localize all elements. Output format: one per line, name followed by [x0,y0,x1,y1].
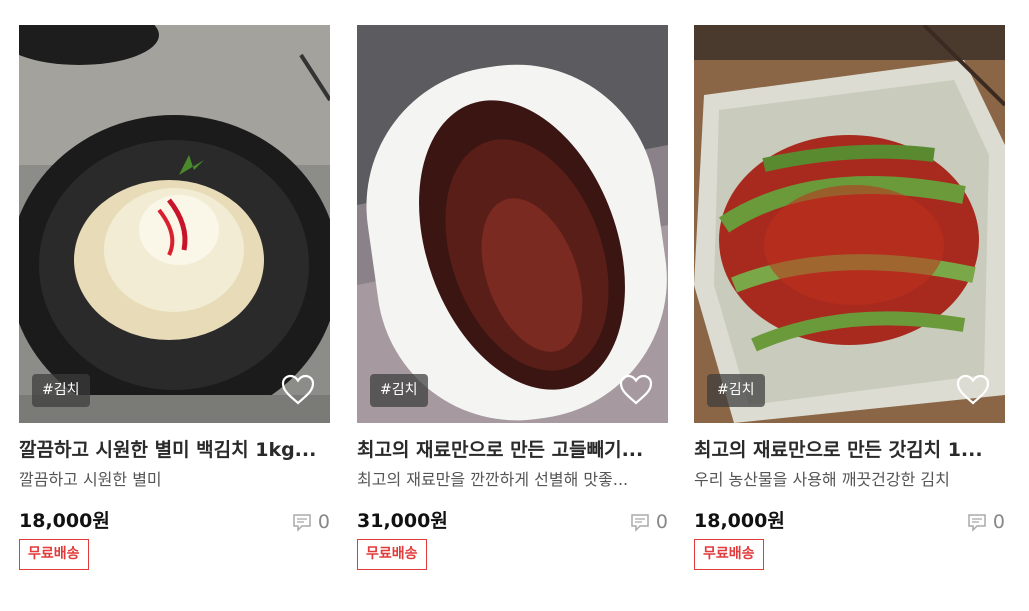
speech-bubble-icon [631,514,649,532]
product-image[interactable]: #김치 [694,25,1005,423]
comment-count-value: 0 [992,511,1005,533]
free-shipping-badge: 무료배송 [19,539,89,570]
price-row: 18,000원 0 [19,508,330,534]
category-tag[interactable]: #김치 [370,374,428,407]
product-title[interactable]: 깔끔하고 시원한 별미 백김치 1kg... [19,437,330,463]
product-grid: #김치 깔끔하고 시원한 별미 백김치 1kg... 깔끔하고 시원한 별미 1… [0,0,1029,611]
comment-count[interactable]: 0 [292,510,330,534]
comment-count-value: 0 [317,511,330,533]
godeulppaegi-kimchi-photo [357,25,668,423]
mustard-leaf-kimchi-photo [694,25,1005,423]
category-tag[interactable]: #김치 [32,374,90,407]
category-tag[interactable]: #김치 [707,374,765,407]
comment-count[interactable]: 0 [630,510,668,534]
product-price: 18,000원 [694,510,785,532]
product-subtitle: 최고의 재료만을 깐깐하게 선별해 맛좋... [357,470,629,489]
heart-icon[interactable] [280,372,316,408]
product-price: 18,000원 [19,510,110,532]
product-image[interactable]: #김치 [19,25,330,423]
free-shipping-badge: 무료배송 [694,539,764,570]
product-title[interactable]: 최고의 재료만으로 만든 고들빼기... [357,437,668,463]
product-price: 31,000원 [357,510,448,532]
price-row: 31,000원 0 [357,508,668,534]
product-subtitle: 우리 농산물을 사용해 깨끗건강한 김치 [694,470,950,489]
speech-bubble-icon [968,514,986,532]
white-kimchi-photo [19,25,330,423]
product-card[interactable]: #김치 깔끔하고 시원한 별미 백김치 1kg... 깔끔하고 시원한 별미 1… [19,25,330,585]
product-subtitle: 깔끔하고 시원한 별미 [19,470,162,489]
product-card[interactable]: #김치 최고의 재료만으로 만든 고들빼기... 최고의 재료만을 깐깐하게 선… [357,25,668,585]
free-shipping-badge: 무료배송 [357,539,427,570]
speech-bubble-icon [293,514,311,532]
product-title[interactable]: 최고의 재료만으로 만든 갓김치 1... [694,437,1005,463]
comment-count[interactable]: 0 [967,510,1005,534]
product-image[interactable]: #김치 [357,25,668,423]
price-row: 18,000원 0 [694,508,1005,534]
product-card[interactable]: #김치 최고의 재료만으로 만든 갓김치 1... 우리 농산물을 사용해 깨끗… [694,25,1005,585]
heart-icon[interactable] [955,372,991,408]
heart-icon[interactable] [618,372,654,408]
comment-count-value: 0 [655,511,668,533]
